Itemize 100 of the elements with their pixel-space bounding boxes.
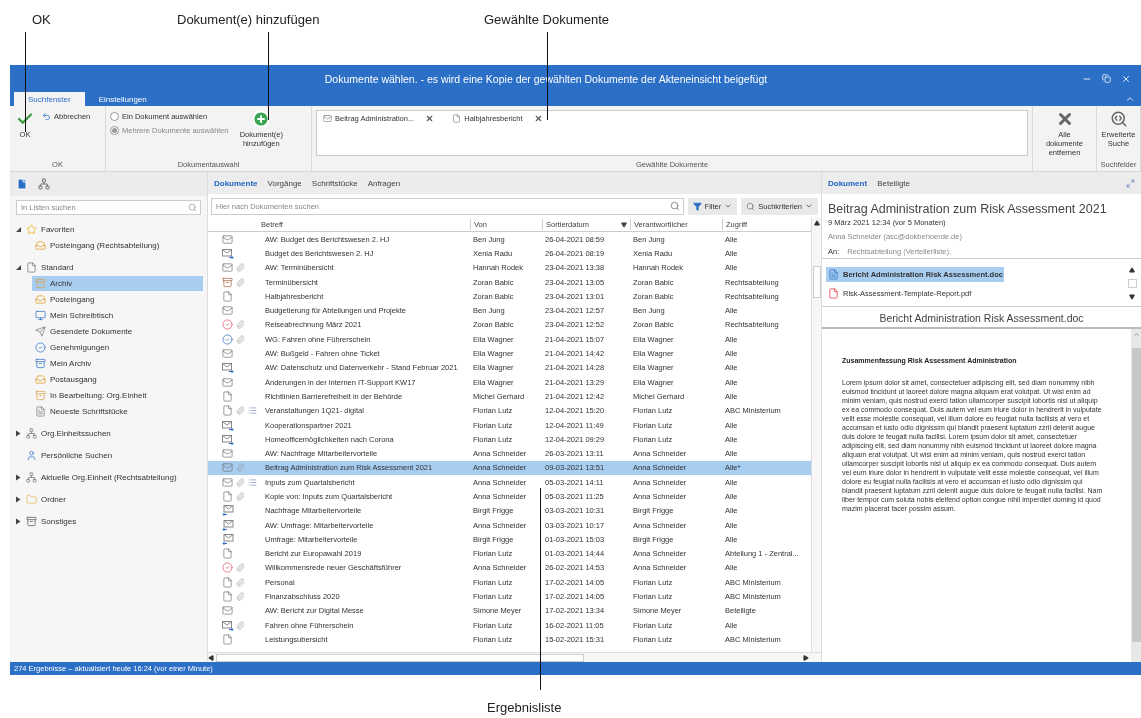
document-icon[interactable]	[16, 178, 28, 190]
plus-icon	[252, 110, 271, 128]
scroll-up-icon[interactable]	[1129, 267, 1135, 273]
scroll-up-icon[interactable]	[813, 220, 820, 226]
search-icon[interactable]	[669, 201, 680, 211]
check-circle-icon	[35, 342, 46, 353]
annotation-label: Dokument(e) hinzufügen	[177, 12, 320, 27]
preview-tab[interactable]: Beteiligte	[877, 178, 911, 188]
check-circle-icon	[222, 319, 233, 331]
scroll-right-icon[interactable]	[803, 654, 809, 661]
vertical-scrollbar[interactable]	[811, 218, 821, 652]
tree-label: Postausgang	[50, 375, 97, 384]
network-icon[interactable]	[38, 178, 50, 190]
tree-item[interactable]: Mein Archiv	[32, 356, 203, 371]
tree-label: Archiv	[50, 279, 73, 288]
tree-item[interactable]: Genehmigungen	[32, 340, 203, 355]
envelope-icon	[222, 476, 233, 488]
tree-label: Genehmigungen	[50, 343, 110, 352]
undo-icon	[42, 111, 51, 121]
preview-tab[interactable]: Dokument	[828, 178, 868, 188]
expand-icon[interactable]	[1126, 178, 1135, 188]
scroll-thumb[interactable]	[812, 266, 821, 298]
tree-label: Ordner	[41, 495, 66, 504]
envelope-arrow-icon	[222, 505, 234, 517]
scroll-thumb[interactable]	[216, 653, 584, 662]
tree-item[interactable]: Aktuelle Org.Einheit (Rechtsabteilung)	[12, 470, 203, 485]
caret-icon	[724, 202, 733, 210]
document-icon	[452, 114, 462, 123]
expander-icon[interactable]	[15, 518, 22, 525]
document-icon	[222, 491, 233, 502]
tree-item[interactable]: Mein Schreibtisch	[32, 308, 203, 323]
ribbon-tab[interactable]: Einstellungen	[84, 92, 161, 106]
tree-item[interactable]: Neueste Schriftstücke	[32, 404, 203, 419]
monitor-icon	[35, 310, 46, 321]
document-icon	[222, 548, 233, 560]
network-icon	[26, 472, 37, 483]
archive-icon	[222, 276, 233, 288]
envelope-icon	[222, 305, 233, 317]
tree-label: Neueste Schriftstücke	[50, 407, 128, 416]
restore-icon[interactable]	[1102, 73, 1111, 83]
annotation-label: OK	[32, 12, 51, 27]
envelope-icon	[222, 262, 233, 274]
tree-item[interactable]: Gesendete Dokumente	[32, 324, 203, 339]
tree-label: Mein Schreibtisch	[50, 311, 114, 320]
document-icon	[35, 406, 46, 417]
tree-item[interactable]: Favoriten	[12, 222, 203, 237]
file-title: Bericht Administration Risk Assessment.doc	[822, 307, 1141, 329]
envelope-icon	[222, 462, 233, 474]
tree-item[interactable]: Sonstiges	[12, 514, 203, 529]
tree-item[interactable]: Persönliche Suchen	[12, 448, 203, 463]
remove-icon[interactable]	[533, 114, 543, 123]
close-icon[interactable]	[1121, 73, 1131, 84]
inbox-icon	[35, 240, 46, 251]
document-icon	[222, 591, 233, 603]
view-tab[interactable]: Vorgänge	[267, 178, 302, 188]
scroll-down-icon[interactable]	[1129, 294, 1135, 300]
tree-label: In Bearbeitung: Org.Einheit	[50, 391, 147, 400]
view-tab[interactable]: Dokumente	[214, 178, 258, 188]
envelope-icon	[222, 605, 233, 617]
tree-item[interactable]: Ordner	[12, 492, 203, 507]
tree-item[interactable]: Posteingang (Rechtsabteilung)	[32, 238, 203, 253]
expander-icon[interactable]	[15, 474, 22, 481]
annotation-label: Gewählte Dokumente	[484, 12, 609, 27]
expander-icon[interactable]	[15, 496, 22, 503]
collapse-ribbon-icon[interactable]	[1125, 94, 1135, 104]
document-title: Beitrag Administration zum Risk Assessment 2021	[827, 201, 1108, 216]
tree-item[interactable]: In Bearbeitung: Org.Einheit	[32, 388, 203, 403]
check-circle-icon	[222, 562, 233, 574]
tree-label: Mein Archiv	[50, 359, 92, 368]
search-icon	[1109, 110, 1128, 128]
envelope-icon	[323, 114, 332, 123]
tree-item[interactable]: Postausgang	[32, 372, 203, 387]
document-icon	[222, 633, 233, 645]
tree-label: Standard	[41, 263, 74, 272]
view-tab[interactable]: Schriftstücke	[311, 178, 358, 188]
horizontal-scrollbar[interactable]	[208, 652, 821, 662]
filter-icon	[692, 201, 702, 211]
check-circle-icon	[222, 333, 233, 345]
tree-label: Posteingang (Rechtsabteilung)	[50, 241, 160, 250]
ribbon-tab[interactable]: Suchfenster	[14, 92, 85, 106]
archive-icon	[35, 358, 46, 369]
sort-icon	[621, 221, 627, 228]
box-icon	[26, 516, 37, 527]
pdf-file-icon	[828, 288, 839, 299]
caret-icon	[805, 202, 813, 210]
remove-icon[interactable]	[425, 114, 435, 123]
send-icon	[35, 326, 46, 337]
scroll-left-icon[interactable]	[208, 654, 214, 661]
expander-icon[interactable]	[15, 430, 22, 437]
expander-icon[interactable]	[15, 226, 22, 233]
document-icon	[222, 576, 233, 588]
view-tab[interactable]: Anfragen	[367, 178, 401, 188]
tree-label: Persönliche Suchen	[41, 451, 113, 460]
tree-item[interactable]: Org.Einheitssuchen	[12, 426, 203, 441]
tree-item[interactable]: Posteingang	[32, 292, 203, 307]
tree-item[interactable]: Archiv	[32, 276, 203, 291]
archive-icon	[35, 278, 46, 289]
tree-label: Gesendete Dokumente	[50, 327, 133, 336]
tree-item[interactable]: Standard	[12, 260, 203, 275]
expander-icon[interactable]	[15, 264, 22, 271]
